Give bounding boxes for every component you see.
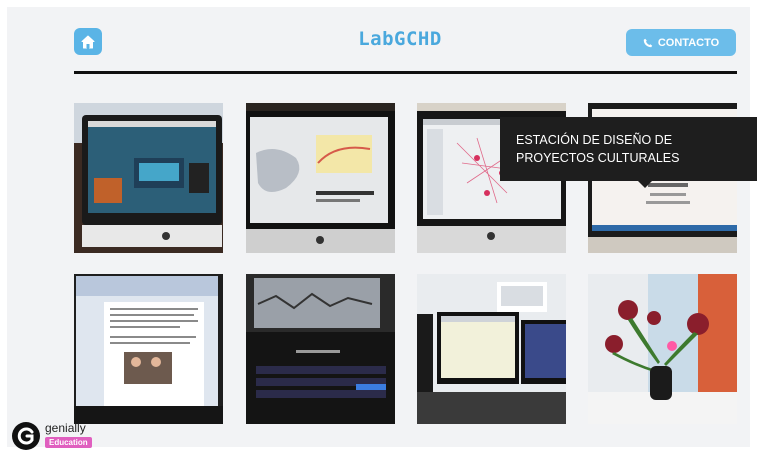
genially-logo[interactable] <box>11 421 41 451</box>
tooltip-arrow <box>638 181 652 188</box>
genially-icon <box>12 422 40 450</box>
gallery-tile-map[interactable] <box>246 103 395 253</box>
genially-brand: genially <box>45 421 86 435</box>
header-divider <box>74 71 737 74</box>
contact-button[interactable]: CONTACTO <box>626 29 736 56</box>
gallery-tile-studio[interactable] <box>74 103 223 253</box>
gallery-tile-flowers[interactable] <box>588 274 737 424</box>
gallery-tile-laptop[interactable] <box>246 274 395 424</box>
education-badge: Education <box>45 437 92 448</box>
home-icon <box>81 35 95 48</box>
page-title: LabGCHD <box>358 28 442 50</box>
tile-tooltip: ESTACIÓN DE DISEÑO DE PROYECTOS CULTURAL… <box>500 117 757 181</box>
tooltip-text: ESTACIÓN DE DISEÑO DE PROYECTOS CULTURAL… <box>516 133 680 165</box>
home-button[interactable] <box>74 28 102 55</box>
gallery-tile-word[interactable] <box>74 274 223 424</box>
gallery-tile-dual-monitors[interactable] <box>417 274 566 424</box>
contact-label: CONTACTO <box>657 36 720 49</box>
phone-icon <box>643 38 653 47</box>
